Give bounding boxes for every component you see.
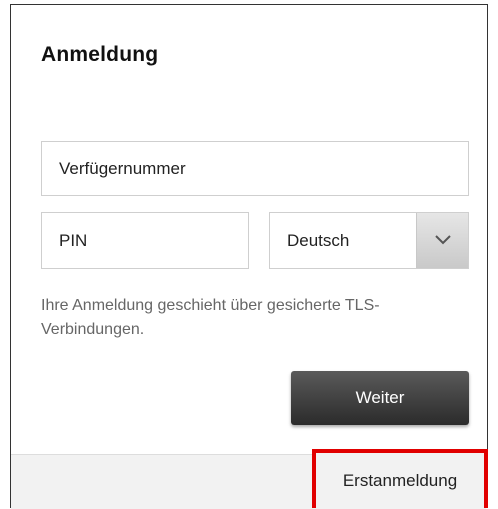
first-login-link[interactable]: Erstanmeldung: [312, 449, 488, 508]
page-title: Anmeldung: [41, 43, 159, 66]
language-dropdown-button[interactable]: [416, 213, 468, 268]
security-note: Ihre Anmeldung geschieht über gesicherte…: [41, 297, 380, 338]
login-panel: Anmeldung Deutsch Ihre Anmeldung geschie…: [10, 4, 488, 509]
language-select-value: Deutsch: [287, 231, 350, 250]
account-number-input[interactable]: [41, 141, 469, 196]
continue-button[interactable]: Weiter: [291, 371, 469, 425]
login-dialog: Anmeldung Deutsch Ihre Anmeldung geschie…: [0, 0, 498, 509]
pin-input[interactable]: [41, 212, 249, 269]
chevron-down-icon: [435, 235, 451, 245]
language-select[interactable]: Deutsch: [269, 212, 469, 269]
